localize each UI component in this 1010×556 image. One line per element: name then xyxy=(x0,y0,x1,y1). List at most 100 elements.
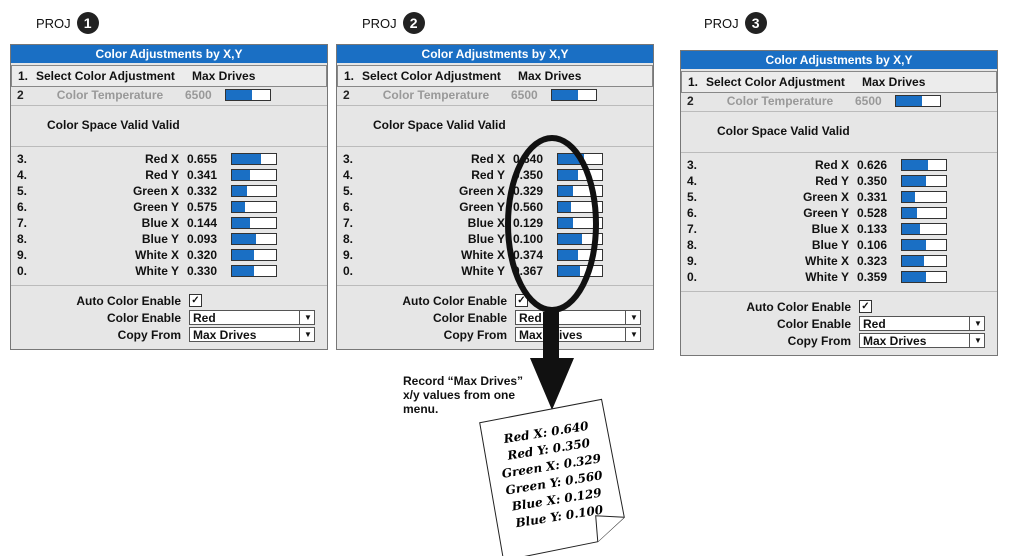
row-number: 3. xyxy=(17,152,28,166)
paper-line: Blue X: 0.129 xyxy=(510,486,603,514)
color-enable-dropdown[interactable]: Red ▼ xyxy=(859,316,985,331)
row-label: Select Color Adjustment xyxy=(706,75,845,89)
xy-row[interactable]: 4. Red Y 0.350 xyxy=(681,173,997,189)
xy-row[interactable]: 7. Blue X 0.133 xyxy=(681,221,997,237)
proj-header-1: PROJ 1 xyxy=(36,12,99,34)
xy-row[interactable]: 5. Green X 0.329 xyxy=(337,183,653,199)
row-label: Red Y xyxy=(471,168,505,182)
slider-bar[interactable] xyxy=(557,185,603,197)
slider-bar[interactable] xyxy=(231,233,277,245)
slider-bar[interactable] xyxy=(901,271,947,283)
row-number: 7. xyxy=(343,216,354,230)
slider-bar[interactable] xyxy=(231,201,277,213)
slider-bar[interactable] xyxy=(231,153,277,165)
row-number: 1. xyxy=(18,69,29,83)
copy-from-dropdown[interactable]: Max Drives ▼ xyxy=(189,327,315,342)
xy-row[interactable]: 0. White Y 0.359 xyxy=(681,269,997,285)
xy-row[interactable]: 7. Blue X 0.129 xyxy=(337,215,653,231)
row-value: 0.144 xyxy=(187,216,218,230)
dropdown-value: Red xyxy=(193,310,216,325)
row-value: 0.332 xyxy=(187,184,218,198)
row-number: 2 xyxy=(343,88,350,102)
color-enable-dropdown[interactable]: Red ▼ xyxy=(515,310,641,325)
slider-bar[interactable] xyxy=(231,249,277,261)
slider-bar[interactable] xyxy=(231,217,277,229)
slider-bar[interactable] xyxy=(557,153,603,165)
xy-row[interactable]: 4. Red Y 0.350 xyxy=(337,167,653,183)
select-color-adjustment-row[interactable]: 1. Select Color Adjustment Max Drives xyxy=(681,71,997,93)
xy-row[interactable]: 3. Red X 0.655 xyxy=(11,151,327,167)
row-label: Blue X xyxy=(811,222,849,236)
row-label: Red X xyxy=(144,152,179,166)
paper-line: Green Y: 0.560 xyxy=(505,468,605,497)
row-label: Copy From xyxy=(117,327,181,342)
xy-row[interactable]: 0. White Y 0.367 xyxy=(337,263,653,279)
xy-row[interactable]: 6. Green Y 0.560 xyxy=(337,199,653,215)
xy-row[interactable]: 4. Red Y 0.341 xyxy=(11,167,327,183)
select-color-adjustment-row[interactable]: 1. Select Color Adjustment Max Drives xyxy=(11,65,327,87)
slider-bar[interactable] xyxy=(557,265,603,277)
xy-row[interactable]: 6. Green Y 0.528 xyxy=(681,205,997,221)
slider-bar[interactable] xyxy=(901,239,947,251)
row-value: 0.626 xyxy=(857,158,888,172)
xy-row[interactable]: 8. Blue Y 0.100 xyxy=(337,231,653,247)
row-label: White Y xyxy=(135,264,179,278)
slider-bar[interactable] xyxy=(901,159,947,171)
auto-color-enable-checkbox[interactable]: ✓ xyxy=(515,294,528,307)
xy-row[interactable]: 3. Red X 0.640 xyxy=(337,151,653,167)
slider-bar[interactable] xyxy=(901,223,947,235)
select-color-adjustment-row[interactable]: 1. Select Color Adjustment Max Drives xyxy=(337,65,653,87)
proj-label: PROJ xyxy=(704,15,739,31)
xy-row[interactable]: 9. White X 0.374 xyxy=(337,247,653,263)
xy-row[interactable]: 6. Green Y 0.575 xyxy=(11,199,327,215)
auto-color-enable-checkbox[interactable]: ✓ xyxy=(859,300,872,313)
slider-bar[interactable] xyxy=(901,207,947,219)
row-label: Auto Color Enable xyxy=(746,299,851,314)
copy-from-dropdown[interactable]: Max Drives ▼ xyxy=(859,333,985,348)
slider-bar[interactable] xyxy=(557,217,603,229)
row-number: 1. xyxy=(344,69,355,83)
row-value: 0.528 xyxy=(857,206,888,220)
xy-row[interactable]: 5. Green X 0.332 xyxy=(11,183,327,199)
copy-from-row: Copy From Max Drives ▼ xyxy=(681,332,997,349)
row-label: Red Y xyxy=(145,168,179,182)
xy-row[interactable]: 8. Blue Y 0.093 xyxy=(11,231,327,247)
xy-rows: 3. Red X 0.626 4. Red Y 0.350 5. Green X… xyxy=(681,153,997,289)
slider-bar[interactable] xyxy=(901,191,947,203)
slider-bar[interactable] xyxy=(557,201,603,213)
slider-bar[interactable] xyxy=(225,89,271,101)
xy-row[interactable]: 3. Red X 0.626 xyxy=(681,157,997,173)
auto-color-enable-row: Auto Color Enable ✓ xyxy=(11,292,327,309)
xy-row[interactable]: 9. White X 0.323 xyxy=(681,253,997,269)
row-number: 3. xyxy=(343,152,354,166)
slider-bar[interactable] xyxy=(557,169,603,181)
copy-from-dropdown[interactable]: Max Drives ▼ xyxy=(515,327,641,342)
row-value: 0.320 xyxy=(187,248,218,262)
xy-row[interactable]: 9. White X 0.320 xyxy=(11,247,327,263)
xy-row[interactable]: 0. White Y 0.330 xyxy=(11,263,327,279)
row-number: 8. xyxy=(687,238,698,252)
row-label: White Y xyxy=(805,270,849,284)
slider-bar[interactable] xyxy=(557,233,603,245)
slider-bar[interactable] xyxy=(895,95,941,107)
slider-bar[interactable] xyxy=(551,89,597,101)
slider-bar[interactable] xyxy=(231,265,277,277)
xy-row[interactable]: 5. Green X 0.331 xyxy=(681,189,997,205)
color-temperature-row[interactable]: 2 Color Temperature 6500 xyxy=(11,87,327,103)
color-enable-dropdown[interactable]: Red ▼ xyxy=(189,310,315,325)
row-number: 9. xyxy=(17,248,28,262)
slider-bar[interactable] xyxy=(231,185,277,197)
row-number: 4. xyxy=(17,168,28,182)
slider-bar[interactable] xyxy=(557,249,603,261)
slider-bar[interactable] xyxy=(231,169,277,181)
slider-bar[interactable] xyxy=(901,255,947,267)
row-value: 0.374 xyxy=(513,248,544,262)
color-temperature-row[interactable]: 2 Color Temperature 6500 xyxy=(337,87,653,103)
dropdown-arrow-icon: ▼ xyxy=(969,334,983,347)
proj-number-badge: 1 xyxy=(76,12,99,34)
color-temperature-row[interactable]: 2 Color Temperature 6500 xyxy=(681,93,997,109)
xy-row[interactable]: 8. Blue Y 0.106 xyxy=(681,237,997,253)
auto-color-enable-checkbox[interactable]: ✓ xyxy=(189,294,202,307)
slider-bar[interactable] xyxy=(901,175,947,187)
xy-row[interactable]: 7. Blue X 0.144 xyxy=(11,215,327,231)
